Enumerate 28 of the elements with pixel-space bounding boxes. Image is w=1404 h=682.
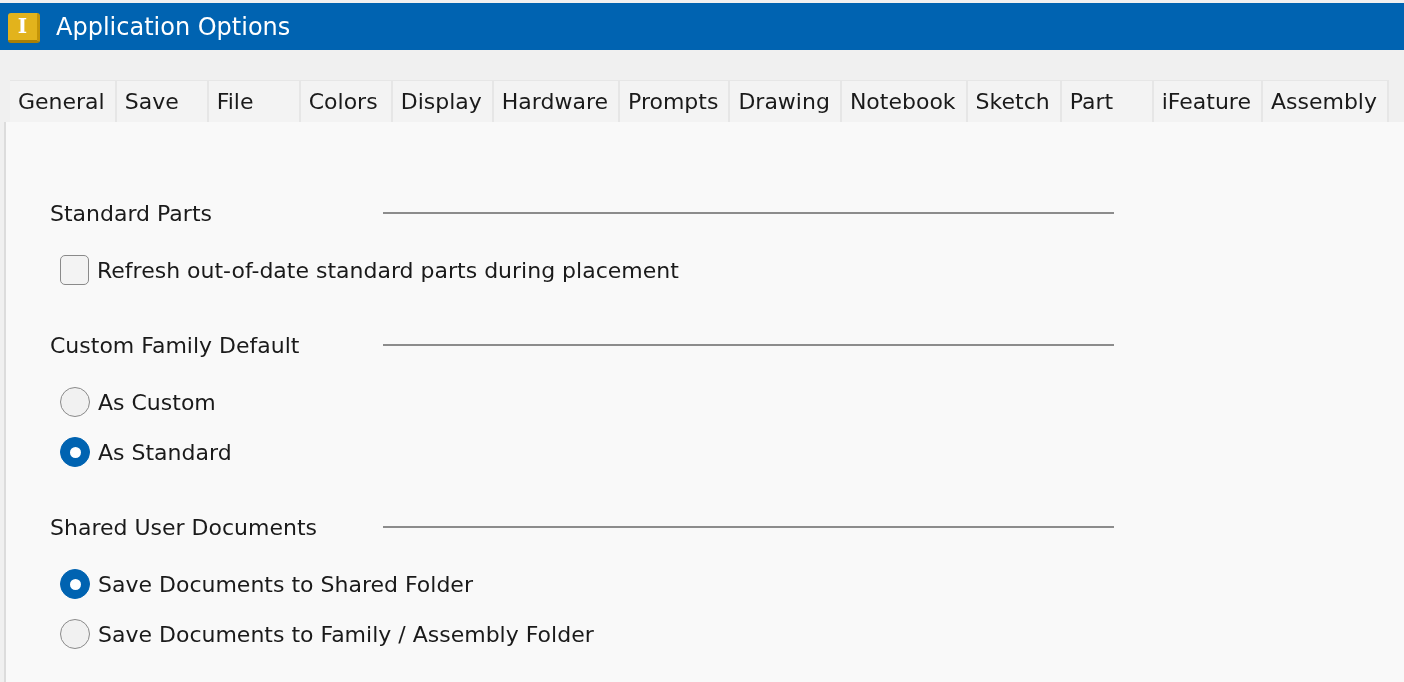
tab[interactable]: Assembly	[1262, 80, 1389, 122]
tab[interactable]: Drawing	[730, 80, 842, 122]
radio-button[interactable]	[60, 437, 90, 467]
radio-label[interactable]: As Custom	[98, 389, 216, 415]
app-logo-icon: I	[8, 12, 40, 43]
radio-label[interactable]: Save Documents to Shared Folder	[98, 571, 473, 597]
tab[interactable]: Save	[116, 80, 209, 122]
tab[interactable]: Display	[392, 80, 494, 122]
tab[interactable]: Hardware	[493, 80, 620, 122]
tab[interactable]: Sketch	[967, 80, 1062, 122]
tab[interactable]: iFeature	[1153, 80, 1263, 122]
window-title: Application Options	[56, 12, 291, 41]
tab[interactable]: File	[208, 80, 301, 122]
section-heading: Custom Family Default	[50, 332, 301, 358]
checkbox[interactable]	[60, 255, 89, 285]
radio-label[interactable]: Save Documents to Family / Assembly Folder	[98, 621, 594, 647]
radio-button[interactable]	[60, 569, 90, 599]
radio-button[interactable]	[60, 387, 90, 417]
tab[interactable]: Notebook	[841, 80, 968, 122]
radio-label[interactable]: As Standard	[98, 439, 232, 465]
tab[interactable]: Part	[1061, 80, 1154, 122]
tab[interactable]: General	[10, 80, 117, 122]
checkbox-label[interactable]: Refresh out-of-date standard parts during placement	[97, 257, 679, 283]
tab[interactable]: Prompts	[620, 80, 731, 122]
tab[interactable]: Colors	[300, 80, 393, 122]
section-heading: Standard Parts	[50, 200, 213, 226]
radio-button[interactable]	[60, 619, 90, 649]
section-heading: Shared User Documents	[50, 514, 319, 540]
